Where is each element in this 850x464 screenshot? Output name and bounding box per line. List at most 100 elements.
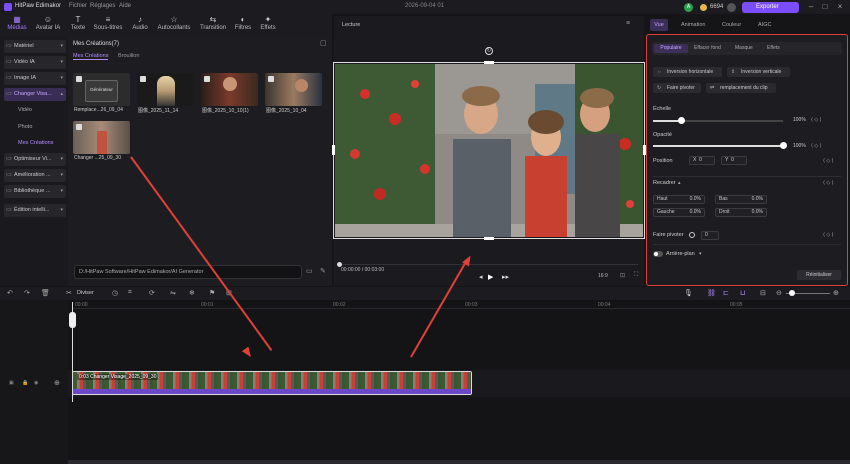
tool-effets[interactable]: ✦ Effets <box>257 14 279 36</box>
thumbnail[interactable] <box>137 73 194 106</box>
keyframe-controls[interactable]: ⟨ ◇ ⟩ <box>811 117 822 123</box>
speed-icon[interactable]: ◷ <box>112 289 118 297</box>
aspect-ratio-select[interactable]: 16:9 <box>598 273 608 279</box>
comment-icon[interactable]: ▢ <box>320 39 327 47</box>
rotate-handle-icon[interactable]: ↻ <box>485 47 493 55</box>
thumbnail[interactable] <box>201 73 258 106</box>
play-icon[interactable]: ▶ <box>488 273 493 281</box>
lock-icon[interactable]: 🔒 <box>22 380 28 386</box>
tool-autocollants[interactable]: ☆ Autocollants <box>155 14 193 36</box>
maximize-icon[interactable]: □ <box>820 2 830 12</box>
minimize-icon[interactable]: – <box>806 2 816 12</box>
sidebar-sub-mes-creations[interactable]: Mes Créations <box>18 140 53 146</box>
sidebar-sub-video[interactable]: Vidéo <box>18 107 32 113</box>
opacity-slider-track[interactable] <box>653 145 783 147</box>
sidebar-item-changer-visage[interactable]: ▭ Changer Visa... ▴ <box>4 88 66 101</box>
magnet-icon[interactable]: ⊔ <box>740 289 745 297</box>
split-icon[interactable]: ✂ <box>66 289 72 297</box>
tool-transition[interactable]: ⇆ Transition <box>198 14 228 36</box>
mirror-icon[interactable]: ⇋ <box>170 289 176 297</box>
subtab-populaire[interactable]: Populaire <box>654 44 688 53</box>
sidebar-item-video-ia[interactable]: ▭ Vidéo IA ▾ <box>4 56 66 69</box>
fit-icon[interactable]: ⊟ <box>760 289 766 297</box>
previous-frame-icon[interactable]: ◂ <box>479 273 483 281</box>
tool-sous-titres[interactable]: ≡ Sous-titres <box>91 14 125 36</box>
resize-handle-left[interactable] <box>332 145 335 155</box>
tool-medias[interactable]: ▦ Médias <box>4 14 30 36</box>
scale-slider-thumb[interactable] <box>678 117 685 124</box>
replace-clip-button[interactable]: ⇄ remplacement du clip <box>706 83 776 93</box>
undo-icon[interactable]: ↶ <box>7 289 13 297</box>
export-button[interactable]: Exporter <box>742 2 799 13</box>
background-toggle[interactable] <box>653 251 663 257</box>
subtab-effacer-fond[interactable]: Effacer fond <box>694 45 721 51</box>
fullscreen-icon[interactable]: ⛶ <box>634 272 638 279</box>
tool-filtres[interactable]: ◐ Filtres <box>232 14 254 36</box>
edit-icon[interactable]: ✎ <box>320 267 326 275</box>
tool-avatar-ia[interactable]: ☺ Avatar IA <box>33 14 63 36</box>
coupon-icon[interactable] <box>727 3 736 12</box>
sidebar-item-materiel[interactable]: ▭ Matériel ▾ <box>4 40 66 53</box>
snapshot-icon[interactable]: ⊡ <box>620 272 625 279</box>
crop-haut-field[interactable]: Haut 0.0% <box>653 195 705 204</box>
next-frame-icon[interactable]: ▸▸ <box>502 273 509 281</box>
freeze-icon[interactable]: ❄ <box>189 289 195 297</box>
rotate-dial[interactable] <box>689 232 695 238</box>
sidebar-item-amelioration[interactable]: ▭ Amélioration ... ▾ <box>4 169 66 182</box>
keyframe-controls[interactable]: ⟨ ◇ ⟩ <box>823 158 834 164</box>
microphone-icon[interactable]: 🎙 <box>684 289 693 297</box>
zoom-in-icon[interactable]: ⊕ <box>833 289 839 297</box>
add-media-icon[interactable]: ⊕ <box>54 379 60 387</box>
timeline-scrollbar[interactable] <box>68 460 850 464</box>
resize-handle-top[interactable] <box>484 61 494 64</box>
zoom-slider-thumb[interactable] <box>789 290 795 296</box>
sidebar-item-optimiseur[interactable]: ▭ Optimiseur Vi... ▾ <box>4 153 66 166</box>
tab-animation[interactable]: Animation <box>681 22 705 28</box>
split-label[interactable]: Diviser <box>77 290 94 296</box>
sidebar-sub-photo[interactable]: Photo <box>18 124 32 130</box>
subtab-masque[interactable]: Masque <box>735 45 753 51</box>
eye-icon[interactable]: ◉ <box>34 380 38 386</box>
selection-box[interactable] <box>333 62 645 239</box>
sidebar-item-image-ia[interactable]: ▭ Image IA ▾ <box>4 72 66 85</box>
preview-playhead[interactable] <box>337 262 342 267</box>
opacity-value[interactable]: 100% <box>793 143 806 149</box>
timeline-clip[interactable]: 0:03 Changer Visage_2025_09_30 <box>72 371 472 395</box>
menu-fichier[interactable]: Fichier <box>69 3 87 9</box>
position-x-field[interactable]: X 0 <box>689 156 715 165</box>
link-icon[interactable]: ⛓ <box>707 289 716 297</box>
keyframe-controls[interactable]: ⟨ ◇ ⟩ <box>811 143 822 149</box>
trash-icon[interactable]: 🗑 <box>41 289 50 297</box>
sidebar-item-edition[interactable]: ▭ Édition intelli... ▾ <box>4 204 66 217</box>
tool-audio[interactable]: ♪ Audio <box>129 14 151 36</box>
subtab-effets[interactable]: Effets <box>767 45 780 51</box>
opacity-slider-thumb[interactable] <box>780 142 787 149</box>
menu-icon[interactable]: ≡ <box>626 20 630 27</box>
tab-couleur[interactable]: Couleur <box>722 22 741 28</box>
thumbnail[interactable]: Générateur <box>73 73 130 106</box>
rotate-button[interactable]: ↻ Faire pivoter <box>653 83 701 93</box>
path-field[interactable]: D:/HitPaw Software/HitPaw Edimakor/AI Ge… <box>74 265 302 279</box>
close-icon[interactable]: × <box>835 2 845 12</box>
zoom-out-icon[interactable]: ⊖ <box>776 289 782 297</box>
resize-handle-bottom[interactable] <box>484 237 494 240</box>
crop-droit-field[interactable]: Droit 0.0% <box>715 208 767 217</box>
rotate-icon[interactable]: ⟳ <box>149 289 155 297</box>
thumbnail[interactable] <box>265 73 322 106</box>
flip-horizontal-button[interactable]: ⇔ Inversion horizontale <box>653 67 722 77</box>
menu-aide[interactable]: Aide <box>119 3 131 9</box>
thumbnail[interactable] <box>73 121 130 154</box>
preview-progress-track[interactable] <box>338 264 638 265</box>
tab-vue[interactable]: Vue <box>650 19 668 31</box>
keyframe-controls[interactable]: ⟨ ◇ ⟩ <box>823 180 834 186</box>
avatar[interactable]: A <box>684 3 693 12</box>
crop-bas-field[interactable]: Bas 0.0% <box>715 195 767 204</box>
chevron-down-icon[interactable]: ▾ <box>699 251 702 257</box>
chevron-up-icon[interactable]: ▴ <box>678 180 681 186</box>
reset-button[interactable]: Réinitialiser <box>797 270 841 280</box>
tool-texte[interactable]: T Texte <box>68 14 88 36</box>
menu-reglages[interactable]: Réglages <box>90 3 115 9</box>
position-y-field[interactable]: Y 0 <box>721 156 747 165</box>
folder-icon[interactable]: ▭ <box>306 267 313 275</box>
tab-mes-creations[interactable]: Mes Créations <box>73 53 109 60</box>
